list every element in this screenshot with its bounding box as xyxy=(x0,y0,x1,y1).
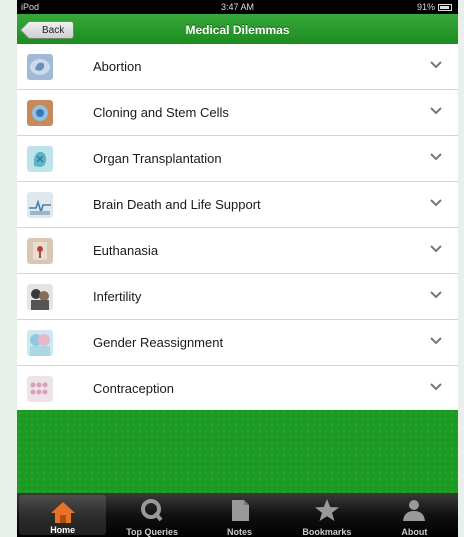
list-item-gender-reassignment[interactable]: Gender Reassignment xyxy=(17,320,458,366)
list-item-label: Contraception xyxy=(93,381,174,396)
chevron-down-icon xyxy=(430,337,442,345)
battery-percent: 91% xyxy=(416,2,435,12)
search-q-icon xyxy=(141,499,163,522)
list-item-abortion[interactable]: Abortion xyxy=(17,44,458,90)
tab-notes[interactable]: Notes xyxy=(196,493,283,537)
chevron-down-icon xyxy=(430,199,442,207)
fetus-icon xyxy=(27,54,53,80)
battery-indicator: 91% xyxy=(417,0,452,14)
list-item-cloning[interactable]: Cloning and Stem Cells xyxy=(17,90,458,136)
list-item-label: Gender Reassignment xyxy=(93,335,224,350)
organ-icon xyxy=(27,146,53,172)
list-item-label: Brain Death and Life Support xyxy=(93,197,261,212)
navigation-bar: Back Medical Dilemmas xyxy=(17,14,458,47)
euthanasia-icon xyxy=(27,238,53,264)
tab-label: Bookmarks xyxy=(302,527,352,537)
tab-label: Top Queries xyxy=(126,527,179,537)
list-item-infertility[interactable]: Infertility xyxy=(17,274,458,320)
chevron-down-icon xyxy=(430,383,442,391)
gender-icon xyxy=(27,330,53,356)
app-frame: iPod 3:47 AM 91% Back Medical Dilemmas A… xyxy=(17,0,458,537)
background-area xyxy=(17,410,458,493)
life-support-icon xyxy=(27,192,53,218)
tab-label: Notes xyxy=(227,527,253,537)
back-button[interactable]: Back xyxy=(27,21,75,39)
chevron-down-icon xyxy=(430,153,442,161)
list-item-label: Euthanasia xyxy=(93,243,159,258)
list-item-label: Abortion xyxy=(93,59,142,74)
list-item-contraception[interactable]: Contraception xyxy=(17,366,458,412)
list-item-label: Cloning and Stem Cells xyxy=(93,105,229,120)
list-item-euthanasia[interactable]: Euthanasia xyxy=(17,228,458,274)
tab-label: Home xyxy=(50,525,76,535)
chevron-down-icon xyxy=(430,245,442,253)
notes-icon xyxy=(231,500,249,521)
tab-label: About xyxy=(401,527,428,537)
status-bar: iPod 3:47 AM 91% xyxy=(17,0,458,14)
home-icon xyxy=(50,502,75,523)
list-item-label: Infertility xyxy=(93,289,142,304)
tab-bookmarks[interactable]: Bookmarks xyxy=(283,493,370,537)
list-item-organ-transplantation[interactable]: Organ Transplantation xyxy=(17,136,458,182)
list-item-brain-death[interactable]: Brain Death and Life Support xyxy=(17,182,458,228)
chevron-down-icon xyxy=(430,107,442,115)
couple-icon xyxy=(27,284,53,310)
dilemma-list: Abortion Cloning and Stem Cells Organ Tr… xyxy=(17,44,458,412)
pills-icon xyxy=(27,376,53,402)
person-icon xyxy=(403,500,426,521)
battery-icon xyxy=(438,3,452,11)
chevron-down-icon xyxy=(430,61,442,69)
cell-icon xyxy=(27,100,53,126)
tab-top-queries[interactable]: Top Queries xyxy=(108,493,195,537)
tab-bar: Home Top Queries Notes Bookmarks About xyxy=(17,493,458,537)
star-icon xyxy=(314,499,339,521)
page-title: Medical Dilemmas xyxy=(185,23,290,37)
chevron-down-icon xyxy=(430,291,442,299)
tab-about[interactable]: About xyxy=(371,493,458,537)
clock: 3:47 AM xyxy=(220,2,255,12)
tab-home[interactable]: Home xyxy=(19,495,107,535)
list-item-label: Organ Transplantation xyxy=(93,151,222,166)
